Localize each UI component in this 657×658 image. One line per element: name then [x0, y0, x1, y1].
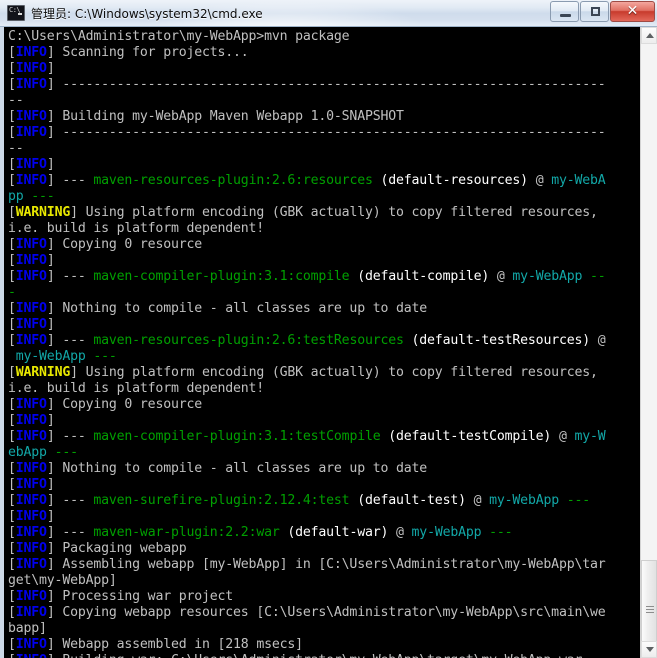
- title-bar[interactable]: C:\ 管理员: C:\Windows\system32\cmd.exe ✕: [0, 0, 657, 27]
- chevron-up-icon: [646, 33, 654, 38]
- scroll-down-button[interactable]: [641, 641, 657, 658]
- window-title: 管理员: C:\Windows\system32\cmd.exe: [31, 6, 263, 21]
- scroll-up-button[interactable]: [641, 27, 657, 44]
- console-text: C:\Users\Administrator\my-WebApp>mvn pac…: [8, 29, 606, 658]
- console-frame: C:\Users\Administrator\my-WebApp>mvn pac…: [0, 27, 657, 658]
- console-output-area[interactable]: C:\Users\Administrator\my-WebApp>mvn pac…: [4, 27, 640, 658]
- scrollbar-grip-icon: [646, 606, 654, 613]
- close-icon: ✕: [626, 3, 639, 19]
- chevron-down-icon: [646, 647, 654, 652]
- scrollbar-track[interactable]: [641, 44, 657, 658]
- maximize-icon: [591, 7, 600, 16]
- maximize-button[interactable]: [580, 1, 609, 22]
- cmd-icon[interactable]: C:\: [7, 5, 25, 21]
- close-button[interactable]: ✕: [610, 1, 655, 22]
- cmd-window: C:\ 管理员: C:\Windows\system32\cmd.exe ✕ C…: [0, 0, 657, 658]
- minimize-icon: [560, 14, 571, 17]
- minimize-button[interactable]: [550, 1, 579, 22]
- cmd-icon-cursor: [18, 13, 22, 15]
- console-scrollbar[interactable]: [640, 27, 657, 658]
- window-controls: ✕: [549, 1, 655, 22]
